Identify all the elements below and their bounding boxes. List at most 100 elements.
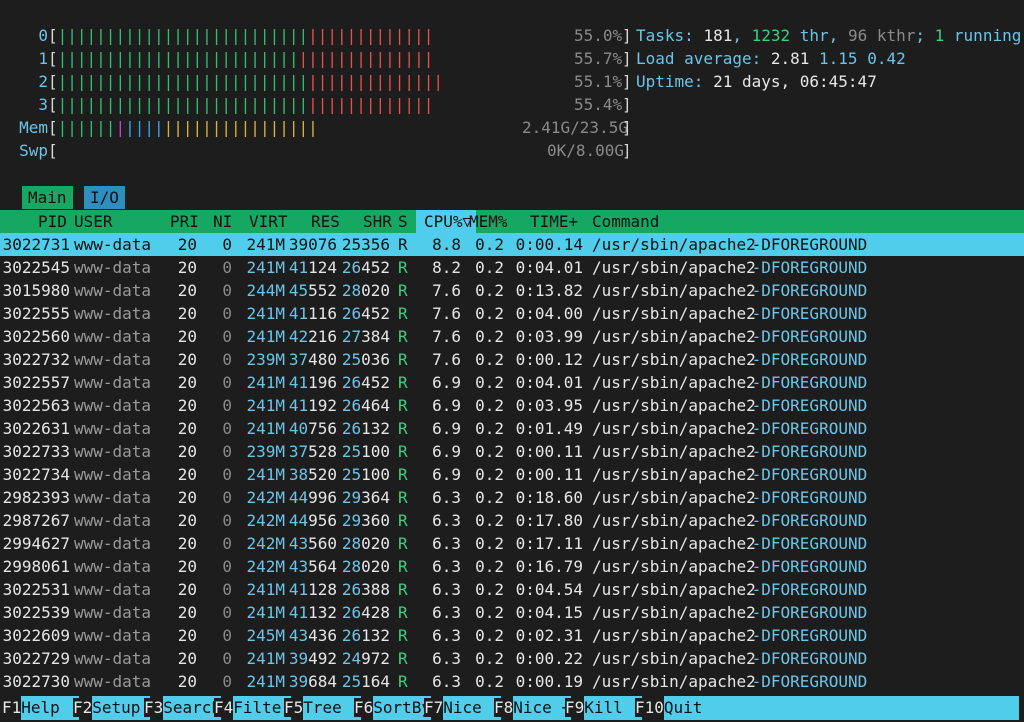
- table-row[interactable]: 3022545 www-data 20 0 241M 41124 26452 R 8.2 0.2 0…: [0, 256, 1024, 279]
- tab-main[interactable]: Main: [22, 186, 73, 209]
- cell-pri: 20: [177, 672, 197, 691]
- cell-res: 42216: [288, 327, 337, 346]
- cell-cmd: /usr/sbin/apache2: [592, 534, 756, 553]
- cell-time: 0:04.00: [515, 304, 583, 323]
- fkey-nice-plus[interactable]: F8Nice +: [494, 696, 572, 722]
- cell-virt: 241M: [246, 235, 285, 254]
- cell-user: www-data: [74, 672, 152, 691]
- cell-user: www-data: [74, 511, 152, 530]
- table-row[interactable]: 3022557 www-data 20 0 241M 41196 26452 R 6.9 0.2 0…: [0, 371, 1024, 394]
- cell-s: R: [398, 396, 408, 415]
- table-row[interactable]: 2994627 www-data 20 0 242M 43560 28020 R 6.3 0.2 0…: [0, 532, 1024, 555]
- cell-user: www-data: [74, 626, 152, 645]
- cell-cmd: /usr/sbin/apache2: [592, 557, 756, 576]
- cell-time: 0:17.80: [515, 511, 583, 530]
- cell-s: R: [398, 534, 408, 553]
- cpu-meter-value: 55.1%: [574, 72, 623, 91]
- cell-cpu: 7.6: [432, 281, 461, 300]
- cell-pri: 20: [177, 281, 197, 300]
- col-command[interactable]: Command: [592, 210, 659, 233]
- cell-virt: 239M: [246, 350, 285, 369]
- cell-time: 0:04.01: [515, 373, 583, 392]
- cell-mem: 0.2: [475, 281, 504, 300]
- cell-pri: 20: [177, 350, 197, 369]
- cell-virt: 242M: [246, 488, 285, 507]
- cell-res: 41132: [288, 603, 337, 622]
- table-row[interactable]: 3022734 www-data 20 0 241M 38520 25100 R 6.9 0.2 0…: [0, 463, 1024, 486]
- cell-ni: 0: [222, 419, 232, 438]
- cell-pri: 20: [177, 396, 197, 415]
- cell-cpu: 6.3: [432, 626, 461, 645]
- cell-user: www-data: [74, 373, 152, 392]
- fkey-help[interactable]: F1Help: [2, 696, 80, 722]
- cell-cpu: 7.6: [432, 304, 461, 323]
- fkey-setup[interactable]: F2Setup: [73, 696, 151, 722]
- fkey-tree[interactable]: F5Tree: [284, 696, 362, 722]
- cell-s: R: [398, 511, 408, 530]
- table-row[interactable]: 3022631 www-data 20 0 241M 40756 26132 R 6.9 0.2 0…: [0, 417, 1024, 440]
- table-row[interactable]: 3022560 www-data 20 0 241M 42216 27384 R 7.6 0.2 0…: [0, 325, 1024, 348]
- fkey-kill[interactable]: F9Kill: [565, 696, 643, 722]
- cell-shr: 26452: [341, 304, 390, 323]
- cell-mem: 0.2: [475, 557, 504, 576]
- col-time[interactable]: TIME+: [530, 210, 578, 233]
- cell-time: 0:03.99: [515, 327, 583, 346]
- table-row[interactable]: 3022732 www-data 20 0 239M 37480 25036 R 7.6 0.2 0…: [0, 348, 1024, 371]
- fkey-search[interactable]: F3Search: [144, 696, 222, 722]
- cell-mem: 0.2: [475, 511, 504, 530]
- mem-meter-label: Mem: [19, 118, 48, 137]
- cell-virt: 241M: [246, 327, 285, 346]
- col-ni[interactable]: NI: [213, 210, 232, 233]
- col-mem[interactable]: MEM%: [469, 210, 508, 233]
- cell-pri: 20: [177, 442, 197, 461]
- cell-time: 0:04.54: [515, 580, 583, 599]
- tab-io[interactable]: I/O: [84, 186, 125, 209]
- col-res[interactable]: RES: [311, 210, 340, 233]
- cell-shr: 26132: [341, 419, 390, 438]
- table-row[interactable]: 2982393 www-data 20 0 242M 44996 29364 R 6.3 0.2 0…: [0, 486, 1024, 509]
- mem-meter-value: 2.41G/23.5G: [522, 118, 628, 137]
- cell-cpu: 6.9: [432, 419, 461, 438]
- fkey-quit[interactable]: F10Quit: [635, 696, 1024, 722]
- table-row[interactable]: 3022539 www-data 20 0 241M 41132 26428 R 6.3 0.2 0…: [0, 601, 1024, 624]
- cell-ni: 0: [222, 672, 232, 691]
- cell-user: www-data: [74, 649, 152, 668]
- col-cpu[interactable]: CPU%▽: [416, 210, 476, 233]
- fkey-filter[interactable]: F4Filter: [214, 696, 292, 722]
- table-row-selected[interactable]: 3022731 www-data 20 0 241M 39076 25356 R 8.8 0.2 0…: [0, 233, 1024, 256]
- cell-args: -DFOREGROUND: [742, 258, 868, 277]
- cell-mem: 0.2: [475, 672, 504, 691]
- table-row[interactable]: 3022730 www-data 20 0 241M 39684 25164 R 6.3 0.2 0…: [0, 670, 1024, 693]
- fkey-sortby[interactable]: F6SortBy: [354, 696, 432, 722]
- table-row[interactable]: 2987267 www-data 20 0 242M 44956 29360 R 6.3 0.2 0…: [0, 509, 1024, 532]
- cell-ni: 0: [222, 649, 232, 668]
- cell-shr: 26132: [341, 626, 390, 645]
- table-row[interactable]: 3022563 www-data 20 0 241M 41192 26464 R 6.9 0.2 0…: [0, 394, 1024, 417]
- table-row[interactable]: 3022555 www-data 20 0 241M 41116 26452 R 7.6 0.2 0…: [0, 302, 1024, 325]
- table-row[interactable]: 2998061 www-data 20 0 242M 43564 28020 R 6.3 0.2 0…: [0, 555, 1024, 578]
- table-row[interactable]: 3022531 www-data 20 0 241M 41128 26388 R 6.3 0.2 0…: [0, 578, 1024, 601]
- col-s[interactable]: S: [398, 210, 408, 233]
- cell-pid: 3022560: [2, 327, 70, 346]
- col-pri[interactable]: PRI: [170, 210, 199, 233]
- cell-pri: 20: [177, 258, 197, 277]
- col-user[interactable]: USER: [74, 210, 113, 233]
- col-pid[interactable]: PID: [38, 210, 67, 233]
- cell-virt: 241M: [246, 419, 285, 438]
- table-row[interactable]: 3022733 www-data 20 0 239M 37528 25100 R 6.9 0.2 0…: [0, 440, 1024, 463]
- fkey-nice-minus[interactable]: F7Nice -: [424, 696, 502, 722]
- cell-virt: 245M: [246, 626, 285, 645]
- cpu-meter-value: 55.0%: [574, 26, 623, 45]
- cell-pri: 20: [177, 649, 197, 668]
- cell-args: -DFOREGROUND: [742, 281, 868, 300]
- table-row[interactable]: 3022729 www-data 20 0 241M 39492 24972 R 6.3 0.2 0…: [0, 647, 1024, 670]
- cell-cpu: 6.3: [432, 534, 461, 553]
- cell-user: www-data: [74, 534, 152, 553]
- cell-cmd: /usr/sbin/apache2: [592, 672, 756, 691]
- col-shr[interactable]: SHR: [363, 210, 392, 233]
- col-virt[interactable]: VIRT: [249, 210, 288, 233]
- cell-pid: 3022557: [2, 373, 70, 392]
- table-row[interactable]: 3022609 www-data 20 0 245M 43436 26132 R 6.3 0.2 0…: [0, 624, 1024, 647]
- table-row[interactable]: 3015980 www-data 20 0 244M 45552 28020 R 7.6 0.2 0…: [0, 279, 1024, 302]
- cell-res: 41116: [288, 304, 337, 323]
